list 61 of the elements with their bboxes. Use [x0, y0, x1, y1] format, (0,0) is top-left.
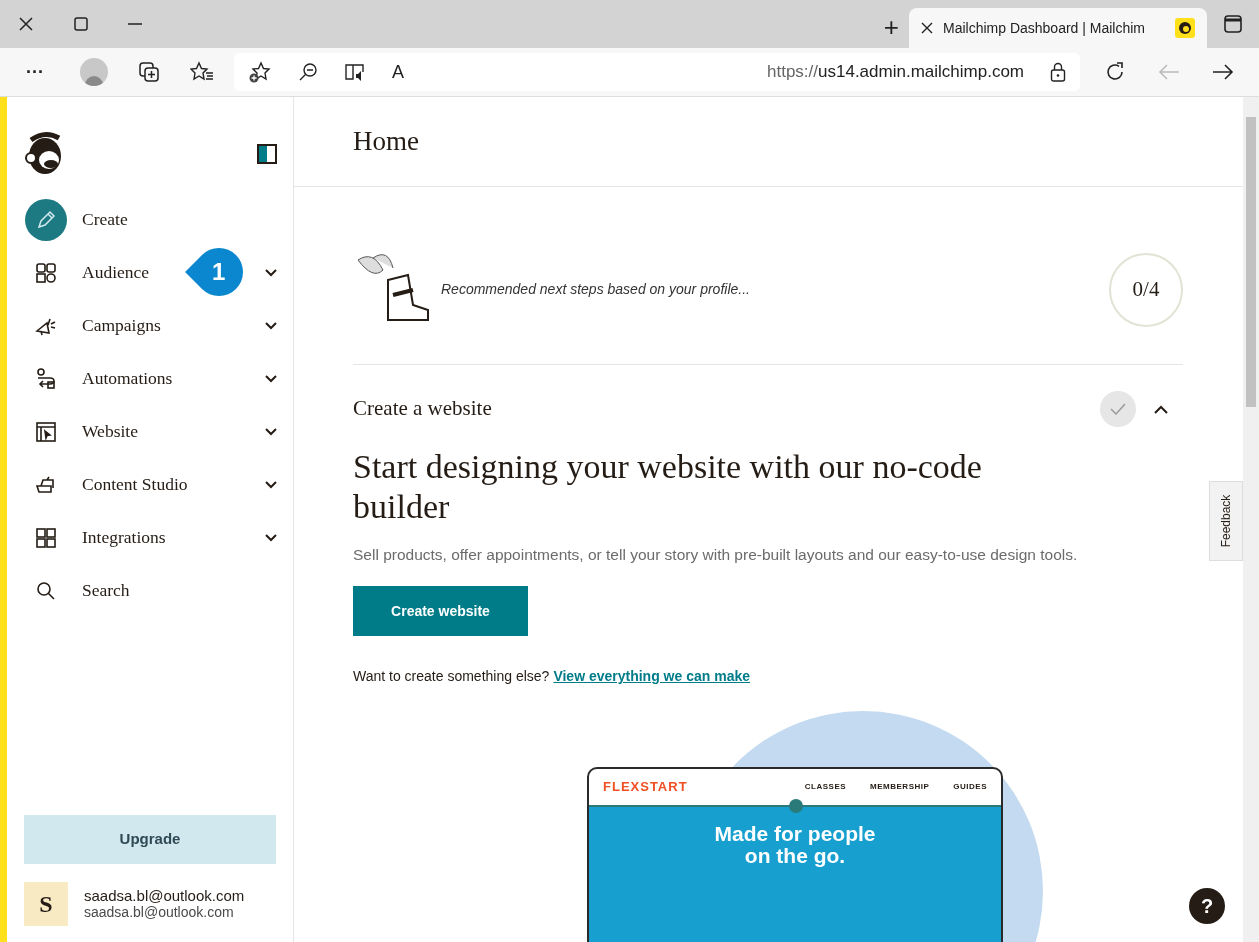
- nav-item[interactable]: Audience: [82, 259, 150, 286]
- immersive-reader-icon[interactable]: [344, 62, 366, 82]
- address-bar[interactable]: A https://us14.admin.mailchimp.com: [234, 53, 1080, 91]
- maximize-icon[interactable]: [74, 17, 88, 31]
- create-website-button[interactable]: Create website: [353, 586, 528, 636]
- preview-hero-text: Made for people: [714, 823, 876, 845]
- nav-item[interactable]: Integrations: [82, 524, 166, 551]
- browser-tab[interactable]: Mailchimp Dashboard | Mailchim: [909, 8, 1207, 48]
- tab-layout-icon[interactable]: [1224, 15, 1242, 33]
- profile-avatar-icon[interactable]: [80, 58, 108, 86]
- favorites-list-icon[interactable]: [190, 61, 214, 83]
- nav-item[interactable]: Website: [82, 418, 138, 445]
- zoom-out-icon[interactable]: [298, 62, 318, 82]
- close-icon[interactable]: [921, 22, 933, 34]
- brand-name: FLEXSTART: [603, 778, 689, 797]
- preview-hero-text: on the go.: [744, 845, 846, 867]
- user-avatar[interactable]: S: [24, 882, 68, 926]
- lock-icon: [1050, 62, 1066, 82]
- recommendation-text: Recommended next steps based on your profile...: [441, 280, 751, 299]
- collapse-caret-icon[interactable]: [1154, 404, 1168, 414]
- pencil-icon[interactable]: [25, 198, 67, 241]
- view-everything-link[interactable]: View everything we can make: [553, 666, 750, 687]
- user-email: saadsa.bl@outlook.com: [84, 904, 235, 921]
- forward-arrow-icon[interactable]: [1212, 63, 1234, 81]
- prompt-text: Want to create something else?: [353, 667, 550, 686]
- chevron-down-icon[interactable]: [265, 374, 277, 383]
- chevron-down-icon[interactable]: [265, 268, 277, 277]
- collections-icon[interactable]: [138, 61, 160, 83]
- sidebar-toggle-icon[interactable]: [257, 144, 277, 164]
- chevron-down-icon[interactable]: [265, 321, 277, 330]
- tab-title: Mailchimp Dashboard | Mailchim: [943, 18, 1147, 38]
- help-button[interactable]: ?: [1189, 888, 1225, 924]
- nav-item[interactable]: Content Studio: [82, 471, 188, 498]
- read-aloud-button[interactable]: A: [392, 58, 404, 86]
- progress-ring: 0/4: [1109, 252, 1183, 327]
- people-grid-icon: [35, 261, 57, 284]
- more-menu-button[interactable]: ···: [26, 58, 50, 86]
- upgrade-button[interactable]: Upgrade: [24, 815, 276, 864]
- chevron-down-icon[interactable]: [265, 533, 277, 542]
- page-title: Home: [353, 125, 419, 159]
- flow-icon: [35, 367, 57, 390]
- nav-item[interactable]: Campaigns: [82, 312, 161, 339]
- grid-icon: [35, 526, 57, 549]
- section-heading: Start designing your website with our no-code builder: [353, 447, 983, 527]
- section-description: Sell products, offer appointments, or tell your story with pre-built layouts and our easy-to-use design tools.: [353, 545, 1079, 565]
- section-title[interactable]: Create a website: [353, 393, 492, 425]
- new-tab-button[interactable]: +: [883, 14, 899, 40]
- search-icon: [35, 579, 57, 602]
- refresh-icon[interactable]: [1104, 61, 1126, 83]
- user-name: saadsa.bl@outlook.com: [84, 887, 245, 904]
- nav-item[interactable]: Search: [82, 577, 130, 604]
- chevron-down-icon[interactable]: [265, 480, 277, 489]
- monkey-favicon-icon: [1175, 18, 1195, 38]
- chevron-down-icon[interactable]: [265, 427, 277, 436]
- nav-item[interactable]: Automations: [82, 365, 173, 392]
- close-icon[interactable]: [18, 16, 34, 32]
- scrollbar[interactable]: [1243, 97, 1259, 942]
- add-favorite-star-icon[interactable]: [248, 61, 272, 83]
- url-text[interactable]: https://us14.admin.mailchimp.com: [767, 59, 1024, 85]
- window-cursor-icon: [35, 420, 57, 443]
- nav-item[interactable]: Create: [82, 206, 128, 233]
